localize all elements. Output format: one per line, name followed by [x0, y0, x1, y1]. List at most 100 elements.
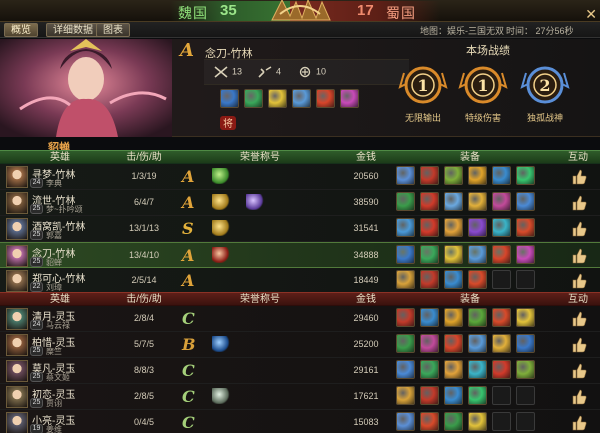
equipment-slot-icon[interactable] [444, 245, 463, 264]
tab-charts[interactable]: 图表 [96, 23, 130, 37]
honor-badge-icon[interactable] [212, 336, 230, 352]
player-row[interactable]: 流世-竹林 25 梦~扑吟颂 6/4/7 A 38590 [0, 190, 600, 216]
equipment-slot-icon[interactable] [468, 386, 487, 405]
equipment-slot-icon[interactable] [468, 218, 487, 237]
thumbs-up-icon[interactable] [570, 247, 588, 265]
thumbs-up-icon[interactable] [570, 414, 588, 432]
equipment-slot-icon[interactable] [420, 270, 439, 289]
honor-badge-icon[interactable] [212, 247, 230, 263]
equipment-slot-icon[interactable] [444, 192, 463, 211]
equipment-slot-icon[interactable] [468, 245, 487, 264]
thumbs-up-icon[interactable] [570, 194, 588, 212]
thumbs-up-icon[interactable] [570, 388, 588, 406]
equipment-slot-icon[interactable] [516, 412, 535, 431]
equipment-slot-icon[interactable] [492, 412, 511, 431]
equipment-slot-icon[interactable] [220, 89, 239, 108]
equipment-slot-icon[interactable] [444, 386, 463, 405]
player-row[interactable]: 初恋-灵玉 25 贾诩 2/8/5 C 17621 [0, 384, 600, 410]
equipment-slot-icon[interactable] [468, 166, 487, 185]
player-row[interactable]: 柏惜-灵玉 25 糜竺 5/7/5 B 25200 [0, 332, 600, 358]
thumbs-up-icon[interactable] [570, 272, 588, 290]
equipment-slot-icon[interactable] [420, 308, 439, 327]
equipment-slot-icon[interactable] [396, 218, 415, 237]
equipment-slot-icon[interactable] [420, 192, 439, 211]
equipment-slot-icon[interactable] [444, 360, 463, 379]
equipment-slot-icon[interactable] [492, 386, 511, 405]
equipment-slot-icon[interactable] [516, 166, 535, 185]
medal-rank: 1 [417, 76, 428, 95]
thumbs-up-icon[interactable] [570, 310, 588, 328]
equipment-slot-icon[interactable] [420, 360, 439, 379]
equipment-slot-icon[interactable] [468, 412, 487, 431]
equipment-slot-icon[interactable] [492, 218, 511, 237]
equipment-slot-icon[interactable] [516, 218, 535, 237]
equipment-slot-icon[interactable] [468, 360, 487, 379]
equipment-slot-icon[interactable] [420, 334, 439, 353]
equipment-slot-icon[interactable] [268, 89, 287, 108]
equipment-slot-icon[interactable] [420, 245, 439, 264]
equipment-slot-icon[interactable] [396, 270, 415, 289]
equipment-slot-icon[interactable] [444, 166, 463, 185]
hero-portrait [0, 39, 172, 137]
equipment-slot-icon[interactable] [516, 308, 535, 327]
equipment-slot-icon[interactable] [396, 245, 415, 264]
equipment-slot-icon[interactable] [468, 192, 487, 211]
equipment-slot-icon[interactable] [396, 334, 415, 353]
equipment-slot-icon[interactable] [516, 360, 535, 379]
equipment-slot-icon[interactable] [516, 334, 535, 353]
player-row[interactable]: 寻梦-竹林 24 李典 1/3/19 A 20560 [0, 164, 600, 190]
equipment-slot-icon[interactable] [492, 360, 511, 379]
close-button[interactable]: ✕ [585, 7, 597, 21]
equipment-slot-icon[interactable] [444, 412, 463, 431]
tab-details[interactable]: 详细数据 [46, 23, 100, 37]
equipment-slot-icon[interactable] [396, 308, 415, 327]
honor-badge-icon[interactable] [212, 168, 230, 184]
player-row[interactable]: 念刀-竹林 25 貂蝉 13/4/10 A 34888 [0, 242, 600, 268]
equipment-slot-icon[interactable] [492, 334, 511, 353]
honor-badge-icon[interactable] [246, 194, 264, 210]
equipment-slot-icon[interactable] [492, 270, 511, 289]
equipment-slot-icon[interactable] [396, 360, 415, 379]
equipment-slot-icon[interactable] [420, 386, 439, 405]
equipment-slot-icon[interactable] [396, 192, 415, 211]
equipment-slot-icon[interactable] [492, 166, 511, 185]
equipment-slot-icon[interactable] [492, 192, 511, 211]
tab-overview[interactable]: 概览 [4, 23, 38, 37]
honor-badge-icon[interactable] [212, 194, 230, 210]
equipment-slot-icon[interactable] [516, 386, 535, 405]
equipment-slot-icon[interactable] [396, 166, 415, 185]
equipment-slot-icon[interactable] [444, 308, 463, 327]
player-row[interactable]: 酒窝凯-竹林 25 郭嘉 13/1/13 S 31541 [0, 216, 600, 242]
thumbs-up-icon[interactable] [570, 220, 588, 238]
equipment-slot-icon[interactable] [516, 192, 535, 211]
player-row[interactable]: 清月-灵玉 24 马云禄 2/8/4 C 29460 [0, 306, 600, 332]
equipment-slot-icon[interactable] [444, 334, 463, 353]
col-interact: 互动 [568, 294, 588, 305]
equipment-slot-icon[interactable] [292, 89, 311, 108]
equipment-slot-icon[interactable] [468, 334, 487, 353]
player-row[interactable]: 郑可心-竹林 22 刘璋 2/5/14 A 18449 [0, 268, 600, 294]
honor-badge-icon[interactable] [212, 220, 230, 236]
equipment-slot-icon[interactable] [420, 412, 439, 431]
thumbs-up-icon[interactable] [570, 336, 588, 354]
equipment-slot-icon[interactable] [468, 308, 487, 327]
player-row[interactable]: 莫凡-灵玉 25 蔡文姬 8/8/3 C 29161 [0, 358, 600, 384]
equipment-slot-icon[interactable] [492, 308, 511, 327]
equipment-slot-icon[interactable] [396, 412, 415, 431]
equipment-slot-icon[interactable] [516, 245, 535, 264]
honor-badge-icon[interactable] [212, 388, 230, 404]
equipment-slot-icon[interactable] [244, 89, 263, 108]
equipment-slot-icon[interactable] [396, 386, 415, 405]
thumbs-up-icon[interactable] [570, 362, 588, 380]
equipment-slot-icon[interactable] [468, 270, 487, 289]
equipment-slot-icon[interactable] [444, 270, 463, 289]
equipment-slot-icon[interactable] [444, 218, 463, 237]
equipment-slot-icon[interactable] [340, 89, 359, 108]
thumbs-up-icon[interactable] [570, 168, 588, 186]
equipment-slot-icon[interactable] [420, 218, 439, 237]
equipment-slot-icon[interactable] [492, 245, 511, 264]
equipment-slot-icon[interactable] [316, 89, 335, 108]
equipment-slot-icon[interactable] [516, 270, 535, 289]
player-row[interactable]: 小亮-灵玉 19 姜维 0/4/5 C 15083 [0, 410, 600, 433]
equipment-slot-icon[interactable] [420, 166, 439, 185]
